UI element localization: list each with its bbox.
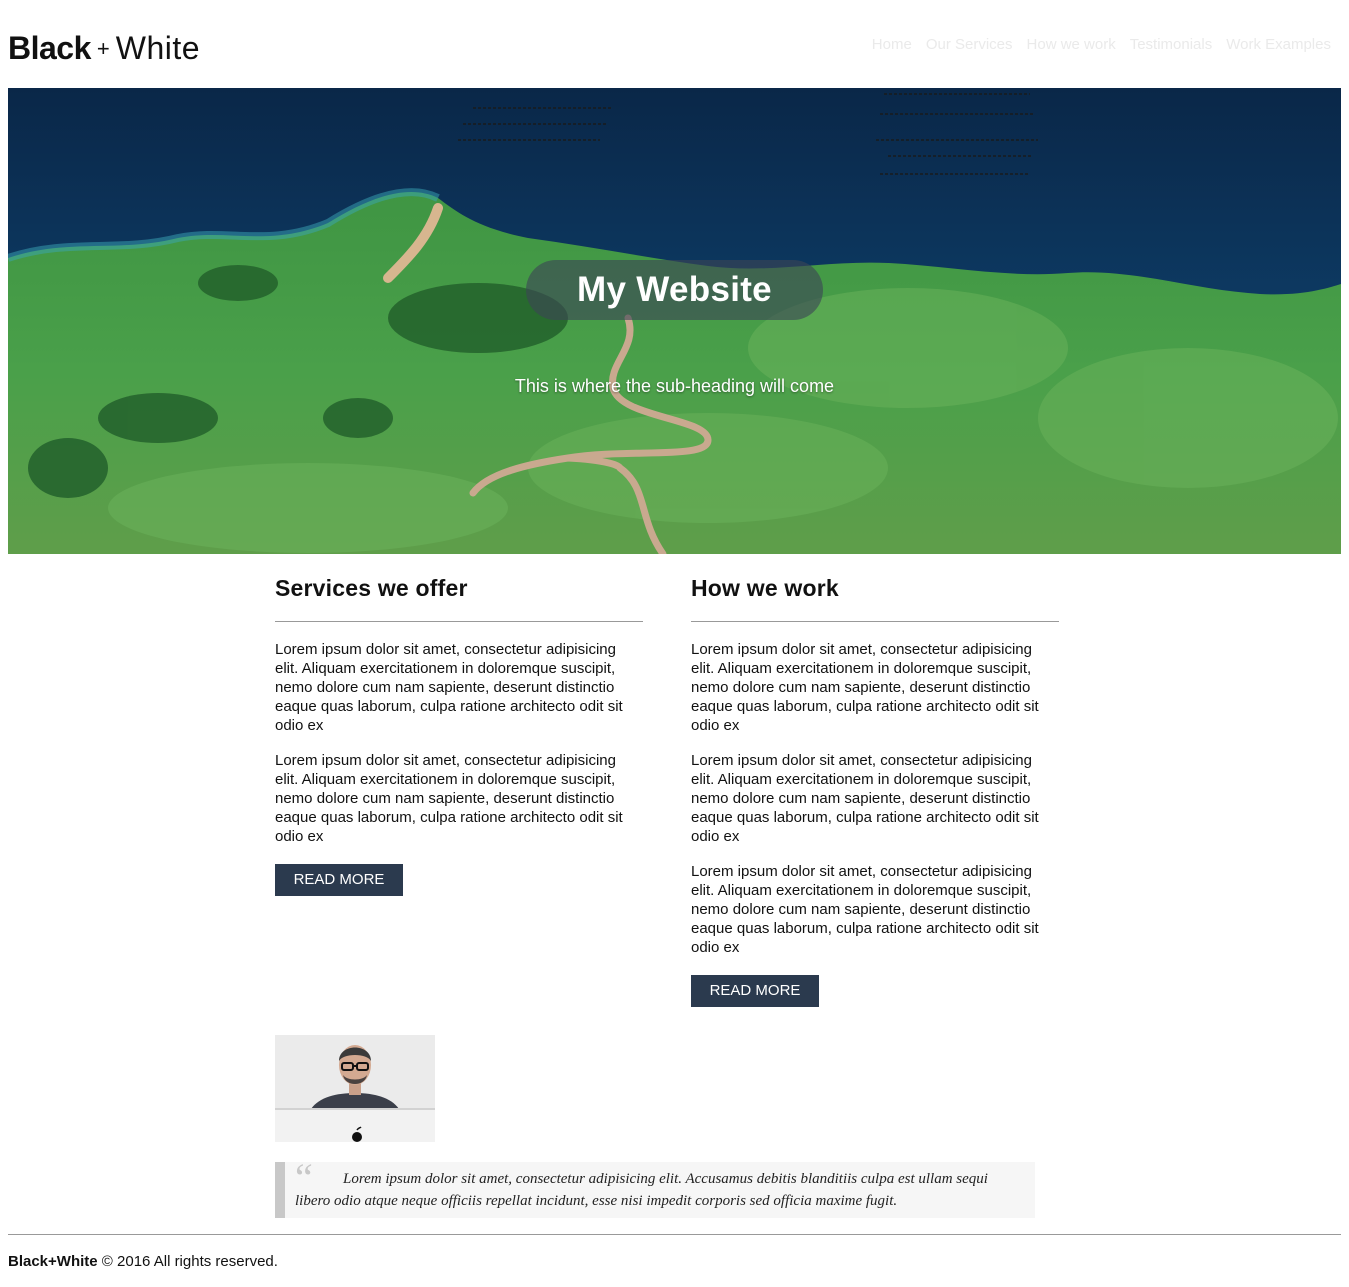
logo-white: White: [115, 30, 201, 66]
services-section: Services we offer Lorem ipsum dolor sit …: [275, 572, 643, 896]
footer-brand: Black+White: [8, 1253, 98, 1270]
how-we-work-section: How we work Lorem ipsum dolor sit amet, …: [691, 572, 1059, 1007]
services-divider: [275, 621, 643, 622]
site-header: Black + White Home Our Services How we wor…: [0, 0, 1349, 88]
services-read-more-button[interactable]: READ MORE: [275, 864, 403, 896]
services-paragraph: Lorem ipsum dolor sit amet, consectetur …: [275, 752, 623, 845]
nav-home[interactable]: Home: [872, 36, 912, 53]
testimonial-text: Lorem ipsum dolor sit amet, consectetur …: [295, 1171, 988, 1209]
hero-landscape-image: [8, 88, 1341, 554]
quote-mark-icon: “: [295, 1155, 313, 1200]
main-nav: Home Our Services How we work Testimonia…: [872, 36, 1331, 53]
how-we-work-paragraph: Lorem ipsum dolor sit amet, consectetur …: [691, 752, 1039, 845]
how-we-work-read-more-button[interactable]: READ MORE: [691, 975, 819, 1007]
logo-plus: +: [96, 36, 110, 61]
site-footer: Black+White © 2016 All rights reserved.: [8, 1252, 278, 1272]
how-we-work-paragraph: Lorem ipsum dolor sit amet, consectetur …: [691, 863, 1039, 956]
footer-copyright: © 2016 All rights reserved.: [101, 1253, 278, 1270]
how-we-work-paragraph: Lorem ipsum dolor sit amet, consectetur …: [691, 641, 1039, 734]
nav-how-we-work[interactable]: How we work: [1027, 36, 1116, 53]
testimonial-quote: “ Lorem ipsum dolor sit amet, consectetu…: [275, 1158, 1035, 1218]
hero-subtitle: This is where the sub-heading will come: [514, 376, 835, 396]
logo-black: Black: [8, 30, 91, 66]
nav-testimonials[interactable]: Testimonials: [1130, 36, 1213, 53]
testimonial-photo: [275, 1035, 435, 1142]
services-heading: Services we offer: [275, 575, 468, 601]
how-we-work-divider: [691, 621, 1059, 622]
nav-work-examples[interactable]: Work Examples: [1226, 36, 1331, 53]
footer-divider: [8, 1234, 1341, 1235]
site-logo[interactable]: Black + White: [8, 28, 200, 69]
person-at-laptop-image: [275, 1035, 435, 1142]
hero-banner: My Website This is where the sub-heading…: [8, 88, 1341, 554]
how-we-work-heading: How we work: [691, 575, 839, 601]
nav-our-services[interactable]: Our Services: [926, 36, 1013, 53]
services-paragraph: Lorem ipsum dolor sit amet, consectetur …: [275, 641, 623, 734]
hero-title: My Website: [526, 260, 823, 320]
